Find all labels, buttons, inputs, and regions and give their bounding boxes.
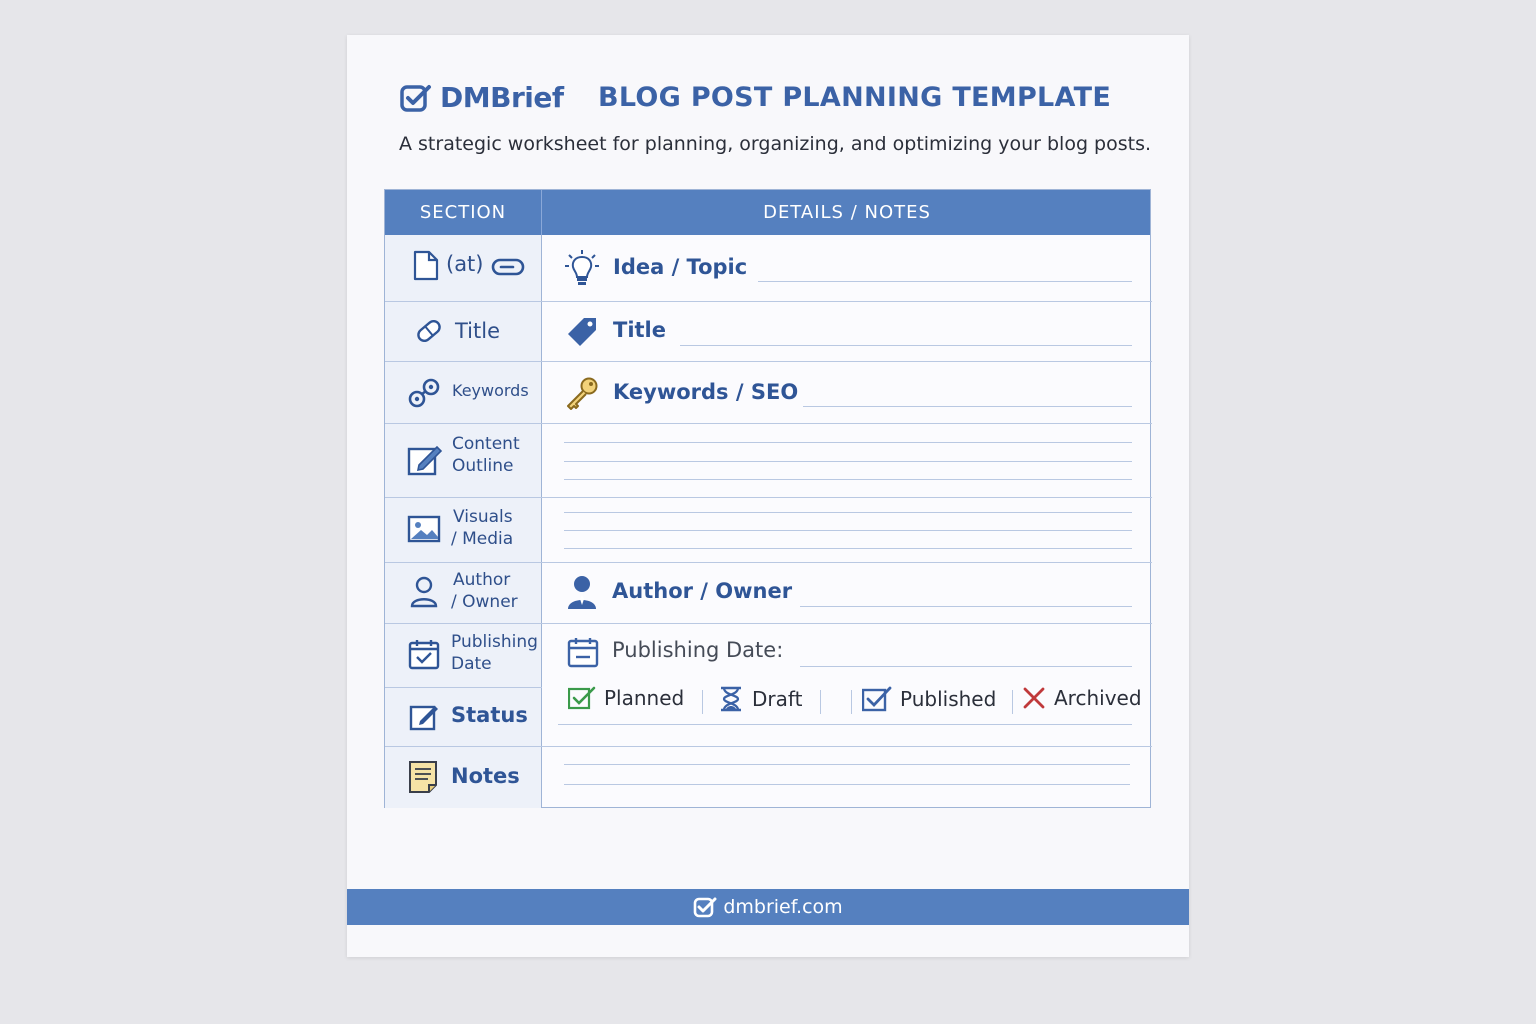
section-notes-label: Notes — [451, 764, 520, 788]
status-separator — [820, 690, 821, 714]
visuals-media-line[interactable] — [564, 530, 1132, 531]
idea-glyph-text: (at) — [446, 252, 484, 276]
status-published[interactable]: Published — [862, 686, 996, 712]
footer-bar: dmbrief.com — [347, 889, 1189, 925]
section-visuals-media: Visuals / Media — [385, 497, 542, 562]
page-subtitle: A strategic worksheet for planning, orga… — [399, 133, 1152, 155]
content-outline-line[interactable] — [564, 479, 1132, 480]
idea-topic-line[interactable] — [758, 281, 1132, 282]
header-details: DETAILS / NOTES — [763, 202, 931, 223]
status-archived[interactable]: Archived — [1022, 686, 1142, 710]
publishing-date-line[interactable] — [800, 666, 1132, 667]
section-keywords-label: Keywords — [452, 381, 529, 400]
status-planned[interactable]: Planned — [568, 686, 684, 710]
detail-author-owner: Author / Owner — [542, 562, 1152, 623]
keywords-seo-label: Keywords / SEO — [613, 380, 799, 404]
section-publishing-line1: Publishing — [451, 632, 538, 652]
checkbox-check-icon — [694, 897, 717, 918]
status-published-label: Published — [900, 687, 997, 711]
planning-table: SECTION DETAILS / NOTES (at) Title Keywo… — [384, 189, 1152, 808]
tag-icon — [568, 318, 596, 346]
section-title: Title — [385, 301, 542, 361]
checkbox-check-icon — [400, 84, 431, 112]
hourglass-icon — [721, 686, 741, 712]
header-section: SECTION — [385, 190, 542, 235]
detail-visuals-media — [542, 497, 1152, 562]
section-author-owner: Author / Owner — [385, 562, 542, 623]
detail-title: Title — [542, 301, 1152, 361]
edit-icon — [409, 705, 438, 731]
notes-line[interactable] — [564, 784, 1130, 785]
status-separator — [851, 690, 852, 714]
status-draft[interactable]: Draft — [718, 686, 802, 712]
person-icon — [568, 576, 596, 609]
section-content-outline-line1: Content — [452, 434, 520, 454]
detail-publishing-status: Publishing Date: Planned Draft Published… — [542, 623, 1152, 746]
section-keywords: Keywords — [385, 361, 542, 423]
check-box-icon — [568, 686, 596, 710]
status-separator — [1012, 690, 1013, 714]
document-icon — [413, 250, 439, 281]
status-archived-label: Archived — [1054, 686, 1142, 710]
content-outline-line[interactable] — [564, 461, 1132, 462]
status-line — [558, 724, 1132, 725]
keywords-seo-line[interactable] — [803, 406, 1132, 407]
publishing-date-label: Publishing Date: — [612, 638, 784, 662]
visuals-media-line[interactable] — [564, 548, 1132, 549]
footer-url[interactable]: dmbrief.com — [723, 896, 842, 918]
detail-idea-topic: Idea / Topic — [542, 235, 1152, 301]
author-owner-line[interactable] — [800, 606, 1132, 607]
content-outline-line[interactable] — [564, 442, 1132, 443]
status-draft-label: Draft — [752, 687, 803, 711]
section-publishing-line2: Date — [451, 654, 492, 674]
author-owner-label: Author / Owner — [612, 579, 793, 603]
title-line[interactable] — [680, 345, 1132, 346]
user-icon — [410, 576, 438, 608]
brand-logo: DMBrief — [400, 81, 564, 114]
calendar-check-icon — [408, 640, 440, 670]
section-content-outline: Content Outline — [385, 423, 542, 497]
section-author-line2: / Owner — [451, 592, 518, 612]
calendar-icon — [567, 638, 599, 668]
cross-icon — [1023, 687, 1045, 709]
detail-keywords-seo: Keywords / SEO — [542, 361, 1152, 423]
status-planned-label: Planned — [604, 686, 685, 710]
section-publishing-date: Publishing Date — [385, 623, 542, 687]
visuals-media-line[interactable] — [564, 512, 1132, 513]
checked-box-icon — [862, 686, 892, 712]
detail-notes — [542, 746, 1152, 808]
section-status: Status — [385, 687, 542, 746]
worksheet-page: DMBrief BLOG POST PLANNING TEMPLATE A st… — [347, 35, 1189, 957]
section-visuals-line1: Visuals — [453, 507, 513, 527]
key-icon — [567, 377, 598, 410]
lightbulb-icon — [565, 250, 599, 285]
link-icon — [491, 258, 525, 276]
section-content-outline-line2: Outline — [452, 456, 514, 476]
status-separator — [702, 690, 703, 714]
notes-line[interactable] — [564, 764, 1130, 765]
title-label: Title — [613, 318, 667, 342]
gears-icon — [408, 378, 440, 408]
edit-document-icon — [407, 445, 443, 476]
section-author-line1: Author — [453, 570, 511, 590]
idea-topic-label: Idea / Topic — [613, 255, 748, 279]
notepad-icon — [409, 761, 437, 793]
table-header: SECTION DETAILS / NOTES — [385, 190, 1150, 235]
image-icon — [407, 515, 441, 543]
eraser-tag-icon — [417, 319, 441, 343]
section-idea: (at) — [385, 235, 542, 301]
detail-content-outline — [542, 423, 1152, 497]
section-status-label: Status — [451, 703, 528, 727]
section-notes: Notes — [385, 746, 542, 808]
section-visuals-line2: / Media — [451, 529, 514, 549]
section-title-label: Title — [455, 319, 501, 343]
brand-name: DMBrief — [440, 81, 564, 114]
page-title: BLOG POST PLANNING TEMPLATE — [598, 82, 1112, 113]
